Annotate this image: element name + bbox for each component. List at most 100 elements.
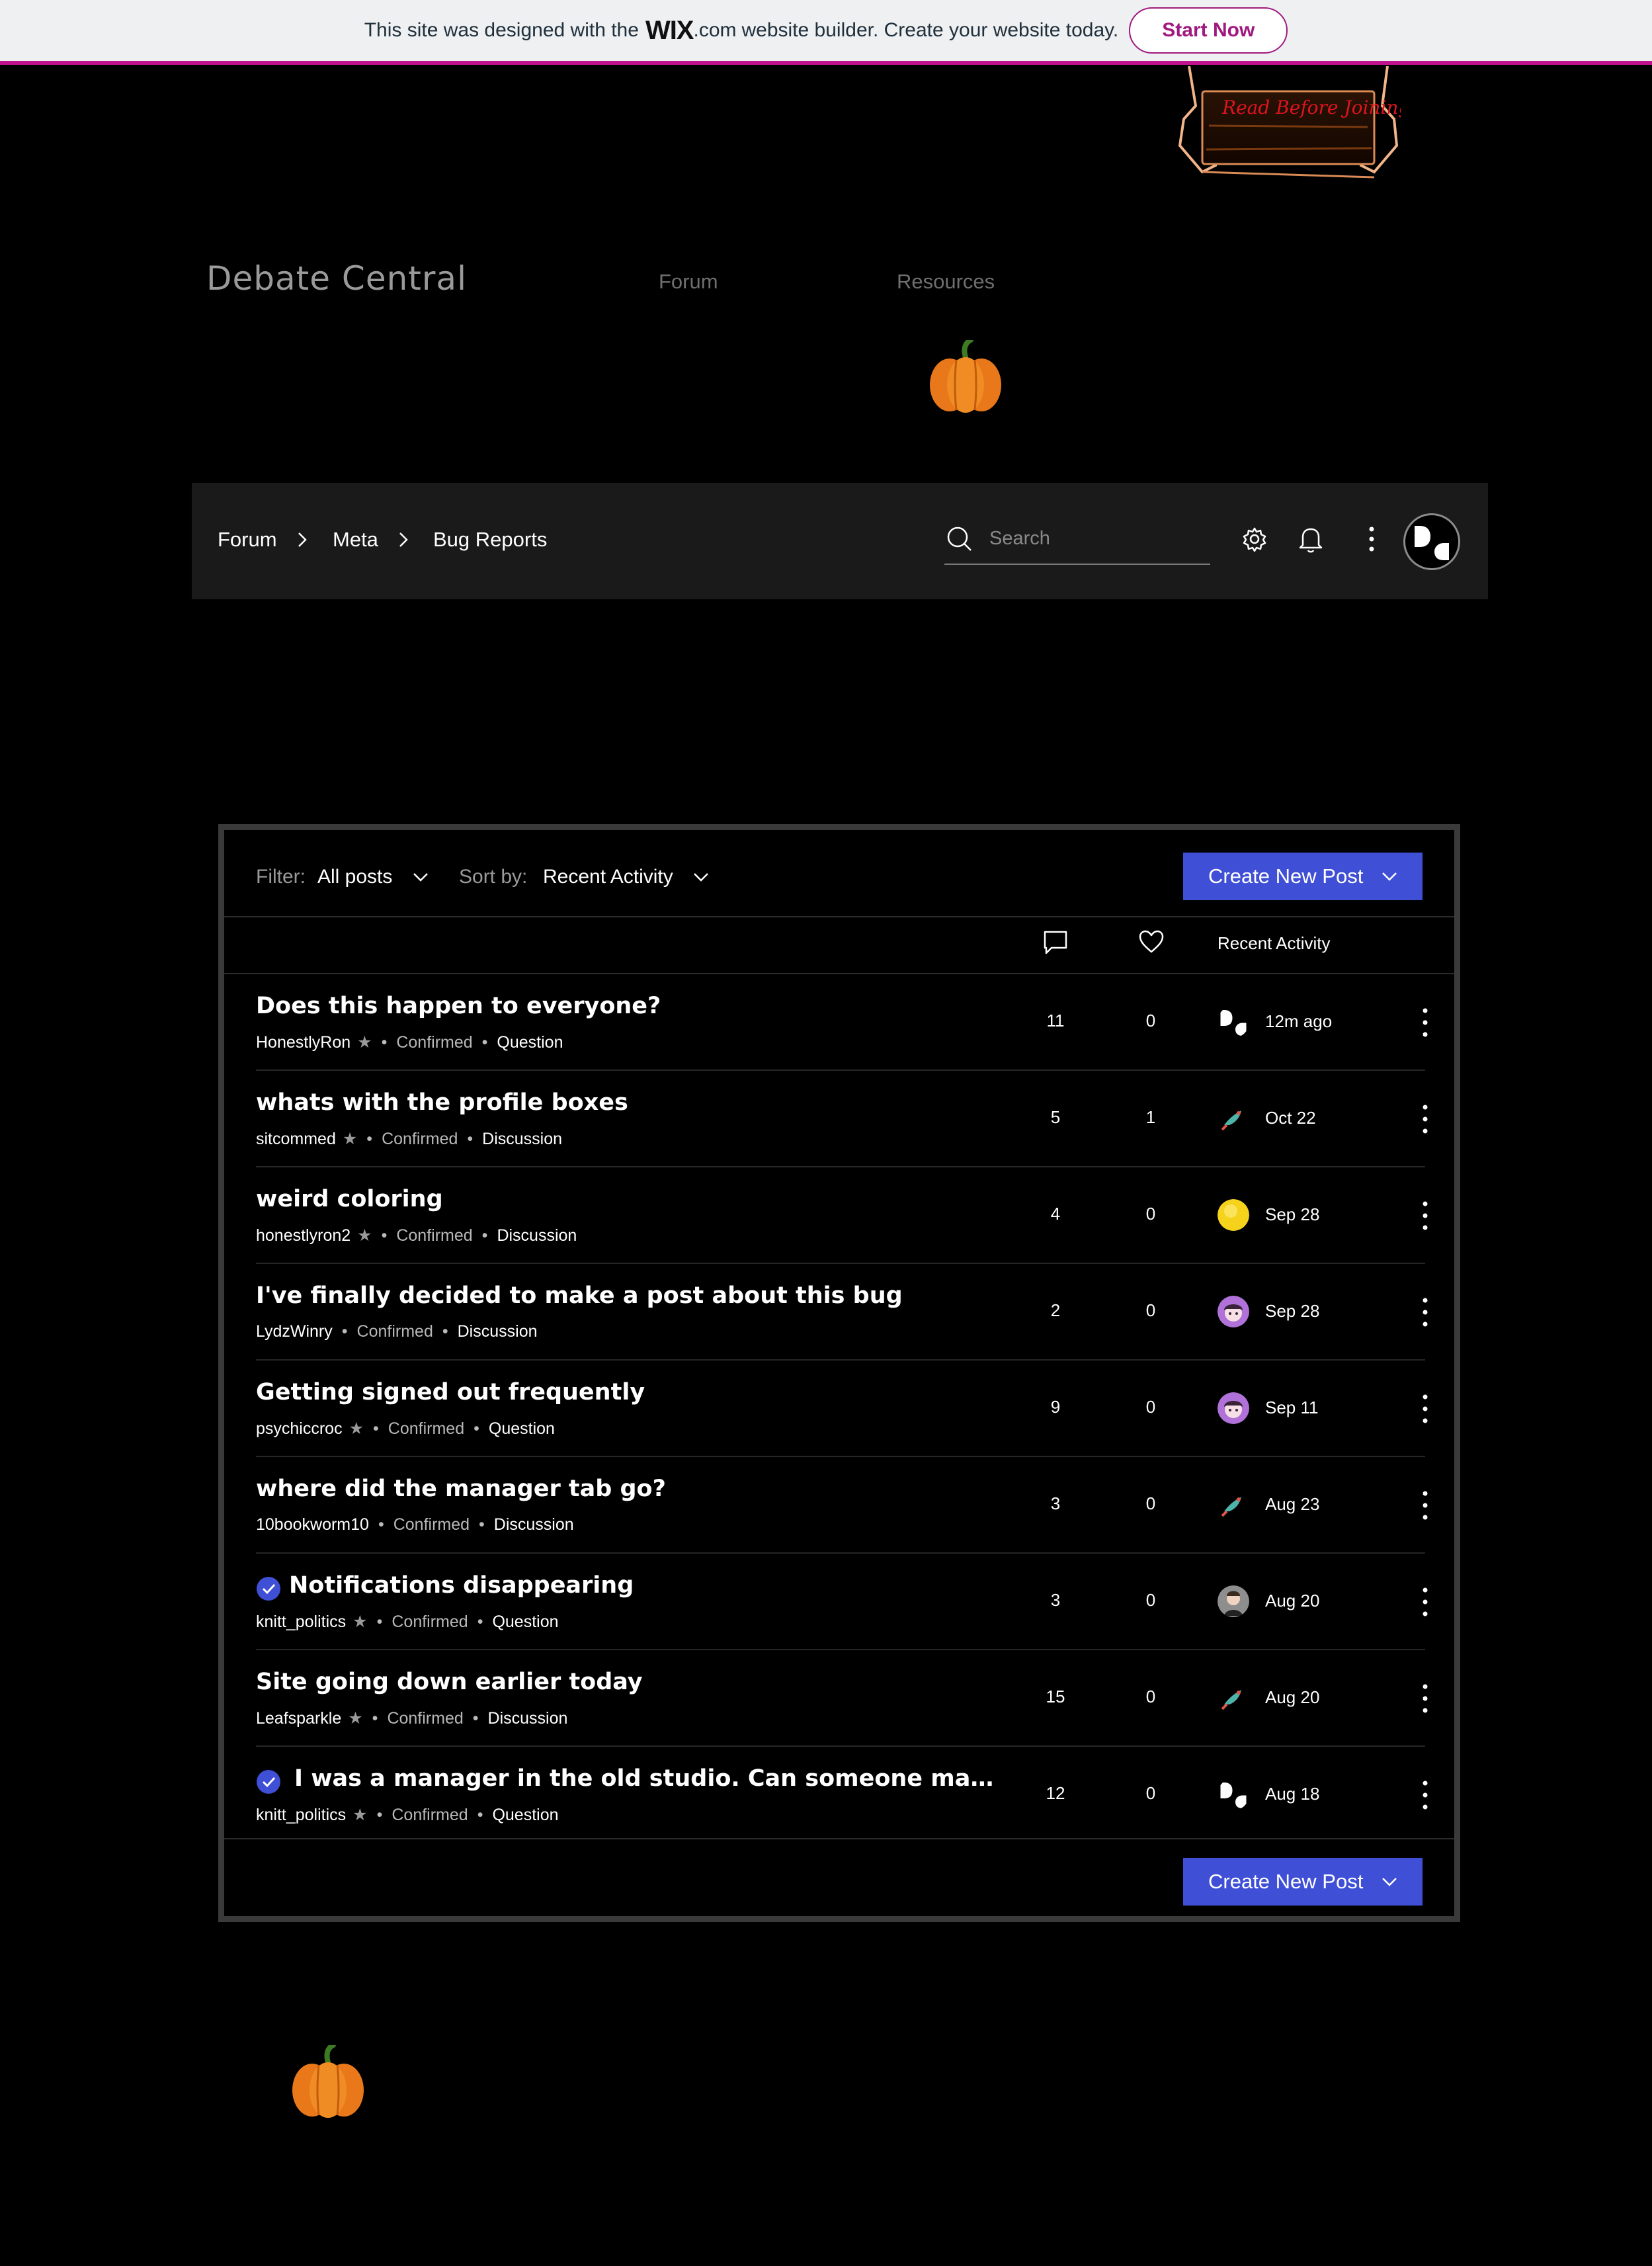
activity-avatar[interactable]: [1218, 1779, 1249, 1810]
post-row[interactable]: Notifications disappearing knitt_politic…: [224, 1554, 1454, 1650]
activity-avatar[interactable]: [1218, 1199, 1249, 1231]
search-input[interactable]: [988, 523, 1202, 554]
activity-avatar[interactable]: [1218, 1682, 1249, 1714]
post-type[interactable]: Question: [497, 1033, 563, 1052]
post-type[interactable]: Discussion: [458, 1322, 538, 1341]
comment-count: 11: [1046, 1011, 1065, 1030]
post-row[interactable]: I was a manager in the old studio. Can s…: [224, 1747, 1454, 1843]
post-title[interactable]: Site going down earlier today: [256, 1669, 643, 1695]
post-author[interactable]: psychiccroc: [256, 1419, 343, 1438]
site-title[interactable]: Debate Central: [206, 259, 467, 298]
post-title[interactable]: I was a manager in the old studio. Can s…: [294, 1765, 1002, 1792]
like-count: 0: [1145, 1590, 1156, 1610]
post-type[interactable]: Question: [492, 1613, 558, 1631]
post-title[interactable]: I've finally decided to make a post abou…: [256, 1282, 903, 1309]
activity-avatar[interactable]: [1218, 1296, 1249, 1327]
post-row[interactable]: Does this happen to everyone? HonestlyRo…: [224, 974, 1454, 1071]
post-row[interactable]: where did the manager tab go? 10bookworm…: [224, 1457, 1454, 1554]
activity-avatar[interactable]: [1218, 1392, 1249, 1424]
recent-activity-header: Recent Activity: [1218, 933, 1331, 953]
nav-forum[interactable]: Forum: [659, 270, 718, 294]
post-more-icon[interactable]: [1419, 1005, 1432, 1040]
post-title[interactable]: Getting signed out frequently: [256, 1379, 645, 1406]
pumpkin-icon: [292, 2045, 364, 2118]
activity-avatar[interactable]: [1218, 1489, 1249, 1521]
activity-time: Aug 20: [1265, 1591, 1320, 1611]
post-author[interactable]: LydzWinry: [256, 1322, 333, 1341]
post-row[interactable]: whats with the profile boxes sitcommed ★ •…: [224, 1071, 1454, 1167]
create-new-post-button[interactable]: Create New Post: [1183, 853, 1423, 900]
post-author[interactable]: 10bookworm10: [256, 1515, 369, 1534]
post-author[interactable]: sitcommed: [256, 1130, 336, 1148]
post-title[interactable]: whats with the profile boxes: [256, 1089, 628, 1116]
post-more-icon[interactable]: [1419, 1488, 1432, 1523]
comment-icon: [1044, 931, 1067, 954]
activity-time: Sep 28: [1265, 1301, 1320, 1321]
panel-footer-divider: [224, 1838, 1454, 1839]
post-meta: knitt_politics ★ • Confirmed • Question: [256, 1613, 559, 1631]
breadcrumb-forum[interactable]: Forum: [218, 528, 277, 552]
post-more-icon[interactable]: [1419, 1198, 1432, 1234]
search-icon: [947, 526, 971, 551]
post-type[interactable]: Discussion: [494, 1515, 574, 1534]
post-author[interactable]: honestlyron2: [256, 1226, 351, 1245]
avatar-bird-icon: [1218, 1682, 1249, 1714]
more-options-icon[interactable]: [1366, 524, 1377, 554]
post-author[interactable]: knitt_politics: [256, 1613, 346, 1631]
post-row[interactable]: Getting signed out frequently psychiccro…: [224, 1361, 1454, 1457]
avatar-purple-icon: [1218, 1392, 1249, 1424]
post-more-icon[interactable]: [1419, 1294, 1432, 1330]
search-box[interactable]: [944, 516, 1210, 565]
post-meta: 10bookworm10 • Confirmed • Discussion: [256, 1515, 574, 1534]
post-row[interactable]: Site going down earlier today Leafsparkl…: [224, 1650, 1454, 1747]
post-more-icon[interactable]: [1419, 1777, 1432, 1813]
comment-count: 2: [1050, 1300, 1061, 1320]
post-type[interactable]: Question: [492, 1806, 558, 1824]
avatar-mono-icon: [1220, 1010, 1247, 1036]
post-more-icon[interactable]: [1419, 1391, 1432, 1427]
post-author[interactable]: knitt_politics: [256, 1806, 346, 1824]
sort-select[interactable]: Recent Activity: [543, 866, 673, 888]
post-row[interactable]: I've finally decided to make a post abou…: [224, 1264, 1454, 1361]
post-type[interactable]: Discussion: [497, 1226, 577, 1245]
post-type[interactable]: Question: [489, 1419, 555, 1438]
verified-badge-icon: [257, 1770, 280, 1794]
chevron-down-icon[interactable]: [691, 868, 711, 886]
post-list-panel: Filter: All posts Sort by: Recent Activi…: [218, 824, 1460, 1922]
post-more-icon[interactable]: [1419, 1101, 1432, 1137]
post-author[interactable]: Leafsparkle: [256, 1709, 341, 1728]
activity-avatar[interactable]: [1218, 1006, 1249, 1038]
post-more-icon[interactable]: [1419, 1584, 1432, 1620]
post-type[interactable]: Discussion: [482, 1130, 562, 1148]
activity-time: Aug 20: [1265, 1687, 1320, 1707]
comment-count: 3: [1050, 1493, 1061, 1513]
breadcrumb-meta[interactable]: Meta: [333, 528, 378, 552]
gear-icon[interactable]: [1241, 525, 1268, 553]
post-title[interactable]: weird coloring: [256, 1186, 443, 1212]
avatar-mono-icon: [1415, 526, 1449, 560]
create-new-post-button-bottom[interactable]: Create New Post: [1183, 1858, 1423, 1906]
nav-resources[interactable]: Resources: [897, 270, 995, 294]
post-row[interactable]: weird coloring honestlyron2 ★ • Confirmed • D…: [224, 1167, 1454, 1264]
breadcrumb-bug-reports[interactable]: Bug Reports: [433, 528, 547, 552]
post-more-icon[interactable]: [1419, 1681, 1432, 1716]
avatar-yellow-icon: [1218, 1199, 1249, 1231]
avatar-person-icon: [1218, 1585, 1249, 1617]
like-count: 0: [1145, 1783, 1156, 1803]
post-title[interactable]: Does this happen to everyone?: [256, 993, 661, 1019]
pumpkin-icon: [930, 340, 1001, 413]
chevron-down-icon[interactable]: [411, 868, 431, 886]
read-before-joining-sign[interactable]: Read Before Joining: [1176, 66, 1401, 183]
post-title[interactable]: Notifications disappearing: [289, 1572, 634, 1599]
activity-avatar[interactable]: [1218, 1103, 1249, 1134]
user-avatar[interactable]: [1403, 513, 1460, 570]
post-type[interactable]: Discussion: [488, 1709, 568, 1728]
filter-select[interactable]: All posts: [317, 866, 392, 888]
activity-avatar[interactable]: [1218, 1585, 1249, 1617]
post-meta: psychiccroc ★ • Confirmed • Question: [256, 1419, 555, 1438]
post-meta: sitcommed ★ • Confirmed • Discussion: [256, 1130, 563, 1148]
start-now-button[interactable]: Start Now: [1129, 7, 1288, 54]
post-title[interactable]: where did the manager tab go?: [256, 1476, 666, 1502]
bell-icon[interactable]: [1296, 524, 1325, 554]
post-author[interactable]: HonestlyRon: [256, 1033, 351, 1052]
